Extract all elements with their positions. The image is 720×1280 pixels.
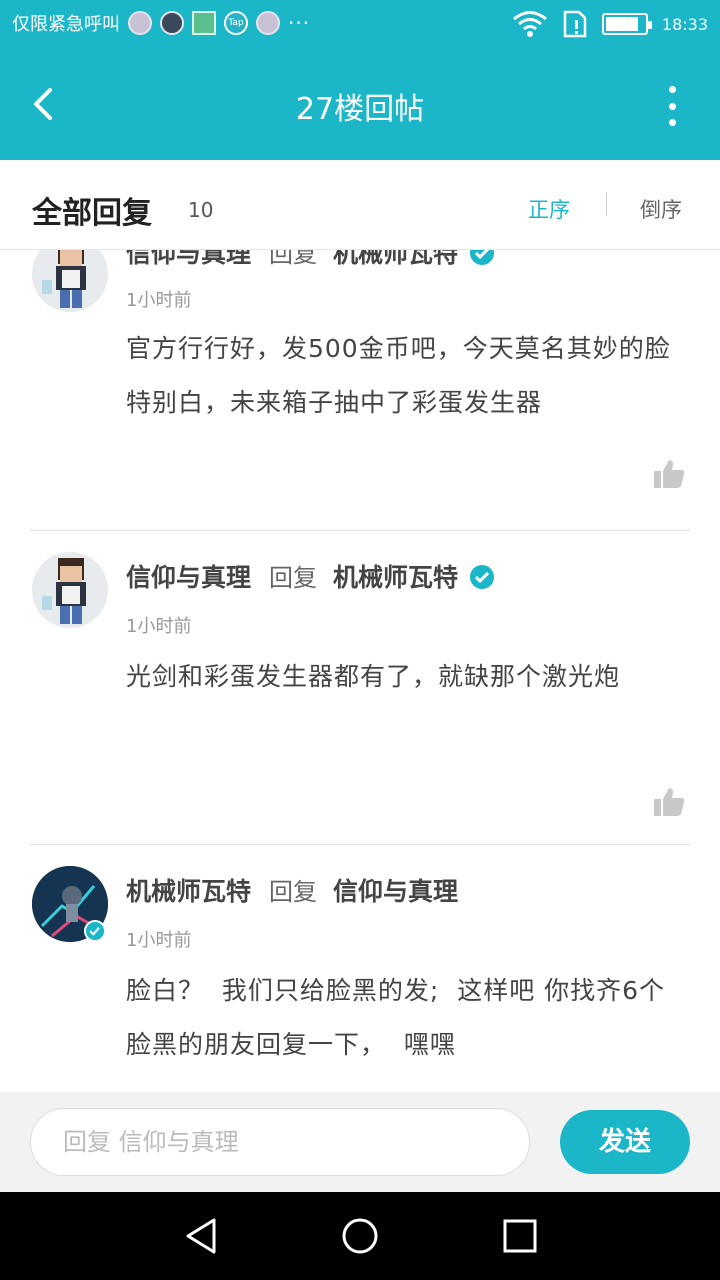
wifi-icon [512, 11, 547, 37]
back-nav-icon[interactable] [180, 1214, 224, 1258]
clock: 18:33 [661, 14, 708, 34]
like-icon[interactable] [652, 458, 686, 490]
app-bar: 27楼回帖 [0, 48, 720, 160]
boy-avatar-icon [32, 552, 108, 628]
reply-count: 10 [188, 198, 214, 222]
reply-item: 信仰与真理 回复 机械师瓦特 1小时前 光剑和彩蛋发生器都有了，就缺那个激光炮 [0, 550, 720, 864]
taptap-icon: Tap [224, 11, 248, 35]
like-icon[interactable] [652, 786, 686, 818]
reply-bar: 回复 信仰与真理 发送 [0, 1092, 720, 1192]
replies-header: 全部回复 10 正序 倒序 [0, 160, 720, 250]
reply-list: 信仰与真理 回复 机械师瓦特 1小时前 官方行行好，发500金币吧，今天莫名其妙的脸… [0, 250, 720, 1092]
reply-time: 1小时前 [126, 616, 192, 637]
reply-word: 回复 [269, 878, 318, 906]
reply-word: 回复 [269, 564, 318, 592]
reply-input[interactable]: 回复 信仰与真理 [30, 1108, 530, 1176]
more-notifications-icon: ··· [288, 11, 311, 35]
avatar[interactable] [32, 552, 108, 628]
battery-icon [601, 13, 652, 35]
verified-icon [470, 250, 495, 265]
navigation-bar [0, 1192, 720, 1280]
author-name[interactable]: 信仰与真理 [126, 250, 251, 268]
reply-item: 信仰与真理 回复 机械师瓦特 1小时前 官方行行好，发500金币吧，今天莫名其妙的脸… [0, 250, 720, 532]
app-notification-icon [128, 11, 152, 35]
target-name[interactable]: 机械师瓦特 [333, 563, 458, 592]
verified-icon [470, 565, 495, 589]
avatar[interactable] [32, 250, 108, 312]
page-title: 27楼回帖 [295, 92, 425, 127]
reply-content: 光剑和彩蛋发生器都有了，就缺那个激光炮 [126, 662, 621, 691]
boy-avatar-icon [32, 250, 108, 312]
recents-nav-icon[interactable] [498, 1214, 542, 1258]
author-name[interactable]: 机械师瓦特 [126, 877, 251, 906]
status-left: 仅限紧急呼叫 Tap ··· [12, 10, 310, 36]
verified-icon [84, 920, 106, 942]
author-name[interactable]: 信仰与真理 [126, 563, 251, 592]
reply-item: 机械师瓦特 回复 信仰与真理 1小时前 脸白？ 我们只给脸黑的发; 这样吧 你找齐6… [0, 864, 720, 1092]
reply-meta: 信仰与真理 回复 机械师瓦特 [126, 250, 495, 270]
target-name[interactable]: 信仰与真理 [333, 877, 458, 906]
app-notification-icon [192, 11, 216, 35]
reply-word: 回复 [269, 250, 318, 268]
status-right: 18:33 [512, 10, 708, 38]
sim-card-icon [563, 10, 587, 38]
status-bar: 仅限紧急呼叫 Tap ··· 18:33 [0, 0, 720, 48]
app-notification-icon [160, 11, 184, 35]
all-replies-label: 全部回复 [32, 196, 152, 231]
divider [30, 530, 690, 531]
reply-content: 官方行行好，发500金币吧，今天莫名其妙的脸特别白，未来箱子抽中了彩蛋发生器 [126, 334, 671, 417]
reply-time: 1小时前 [126, 930, 192, 951]
more-options-icon[interactable] [662, 86, 682, 126]
send-button[interactable]: 发送 [560, 1110, 690, 1174]
sort-descending-tab[interactable]: 倒序 [640, 194, 682, 224]
reply-content: 脸白？ 我们只给脸黑的发; 这样吧 你找齐6个脸黑的朋友回复一下， 嘿嘿 [126, 976, 666, 1059]
divider [30, 844, 690, 845]
target-name[interactable]: 机械师瓦特 [333, 250, 458, 268]
home-nav-icon[interactable] [338, 1214, 382, 1258]
reply-meta: 机械师瓦特 回复 信仰与真理 [126, 872, 458, 908]
sort-ascending-tab[interactable]: 正序 [528, 194, 570, 224]
app-notification-icon [256, 11, 280, 35]
sort-divider [606, 192, 607, 216]
reply-time: 1小时前 [126, 290, 192, 311]
carrier-text: 仅限紧急呼叫 [12, 14, 120, 35]
reply-meta: 信仰与真理 回复 机械师瓦特 [126, 558, 495, 594]
